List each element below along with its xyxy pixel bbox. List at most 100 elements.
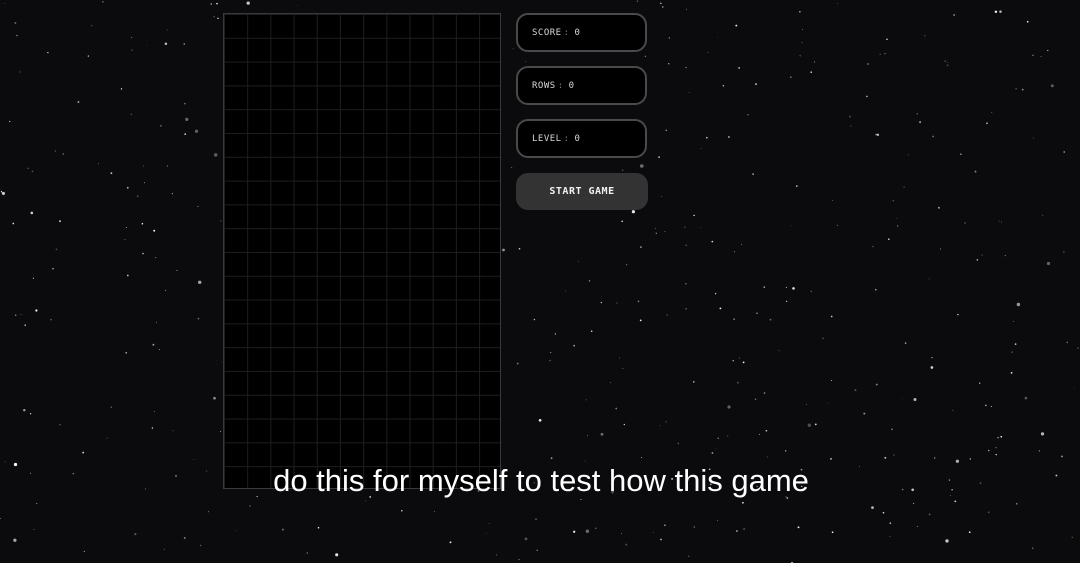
- star: [183, 43, 185, 45]
- star: [621, 220, 624, 223]
- star: [810, 290, 812, 293]
- star: [736, 530, 738, 532]
- star: [155, 321, 157, 323]
- star: [518, 247, 521, 250]
- star: [930, 366, 934, 369]
- star: [626, 264, 628, 266]
- star: [516, 362, 519, 365]
- rows-label: ROWS: [532, 80, 556, 91]
- star: [33, 528, 35, 530]
- star: [550, 457, 553, 460]
- star: [19, 71, 21, 73]
- star: [660, 196, 662, 198]
- star: [979, 382, 981, 384]
- star: [524, 537, 528, 541]
- star: [584, 460, 586, 462]
- star: [891, 428, 893, 430]
- star: [932, 135, 934, 138]
- star: [549, 359, 551, 362]
- star: [36, 503, 38, 504]
- star: [685, 283, 687, 285]
- star: [715, 448, 717, 450]
- star: [866, 95, 868, 98]
- star: [652, 532, 654, 533]
- game-board[interactable]: [223, 13, 501, 489]
- star: [947, 62, 949, 63]
- star: [660, 538, 662, 541]
- star: [1014, 343, 1017, 345]
- star: [554, 333, 557, 335]
- star: [887, 238, 890, 241]
- star: [166, 165, 168, 167]
- start-game-button[interactable]: START GAME: [516, 173, 648, 210]
- star: [867, 63, 869, 65]
- star: [23, 408, 26, 412]
- score-label: SCORE: [532, 27, 562, 38]
- star: [990, 406, 992, 407]
- star: [968, 531, 971, 534]
- star: [83, 550, 85, 552]
- star: [732, 360, 734, 362]
- star: [335, 553, 339, 557]
- star: [924, 35, 926, 37]
- star: [434, 510, 435, 512]
- star: [714, 293, 717, 295]
- star: [796, 185, 798, 187]
- star: [741, 243, 743, 245]
- star: [213, 396, 216, 400]
- star: [954, 500, 957, 503]
- star: [693, 526, 696, 528]
- star: [131, 36, 133, 38]
- star: [976, 259, 979, 261]
- star: [533, 318, 536, 321]
- star: [14, 21, 17, 24]
- star: [985, 404, 987, 407]
- star: [685, 308, 687, 310]
- star: [700, 148, 702, 150]
- star: [836, 224, 839, 226]
- star: [29, 412, 32, 415]
- star: [52, 267, 54, 270]
- star: [502, 248, 505, 252]
- rows-display: ROWS:0: [516, 66, 647, 105]
- star: [991, 111, 993, 113]
- star: [142, 252, 144, 255]
- star: [565, 290, 566, 292]
- star: [685, 67, 687, 69]
- star: [889, 536, 891, 538]
- star: [166, 29, 168, 31]
- star: [585, 529, 590, 533]
- star: [711, 452, 714, 454]
- star: [799, 54, 802, 57]
- star: [664, 524, 666, 527]
- star: [151, 427, 154, 429]
- star: [32, 277, 34, 279]
- star: [875, 288, 877, 291]
- level-display: LEVEL:0: [516, 119, 647, 158]
- star: [488, 523, 490, 524]
- star: [525, 61, 527, 62]
- star: [897, 225, 899, 227]
- star: [120, 88, 123, 90]
- star: [1021, 88, 1024, 91]
- star: [875, 383, 878, 386]
- star: [615, 407, 618, 410]
- star: [806, 404, 808, 405]
- star: [994, 10, 998, 14]
- star: [946, 64, 949, 67]
- star: [830, 458, 832, 460]
- star: [830, 315, 833, 318]
- star: [1040, 432, 1045, 436]
- star: [59, 220, 61, 223]
- star: [655, 232, 657, 234]
- star: [987, 511, 990, 514]
- star: [1066, 341, 1069, 344]
- star: [365, 500, 367, 502]
- star: [213, 153, 218, 157]
- star: [216, 2, 218, 5]
- star: [297, 5, 298, 7]
- star: [995, 447, 997, 449]
- star: [619, 357, 620, 359]
- star: [9, 120, 11, 123]
- star: [893, 454, 895, 456]
